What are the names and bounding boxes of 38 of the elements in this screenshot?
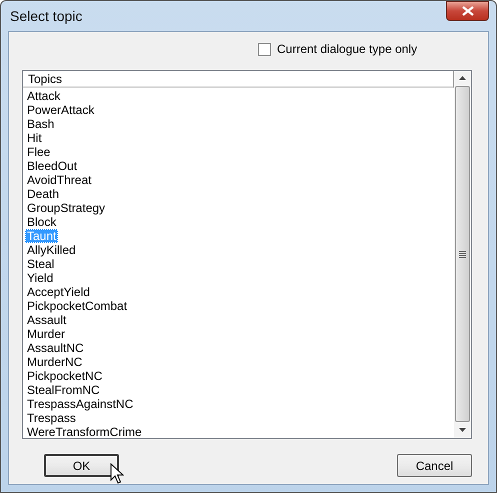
list-item[interactable]: TrespassAgainstNC <box>25 397 136 411</box>
list-item[interactable]: Attack <box>25 89 62 103</box>
checkbox-label[interactable]: Current dialogue type only <box>277 42 418 56</box>
list-item[interactable]: AcceptYield <box>25 285 92 299</box>
grip-icon <box>459 250 466 258</box>
list-item[interactable]: PickpocketNC <box>25 369 104 383</box>
list-item[interactable]: Bash <box>25 117 56 131</box>
list-item[interactable]: Steal <box>25 257 56 271</box>
ok-button[interactable]: OK <box>44 454 119 477</box>
list-item[interactable]: PickpocketCombat <box>25 299 130 313</box>
list-item[interactable]: StealFromNC <box>25 383 102 397</box>
list-item[interactable]: Trespass <box>25 411 78 425</box>
list-item[interactable]: GroupStrategy <box>25 201 108 215</box>
list-item[interactable]: Assault <box>25 313 68 327</box>
scroll-thumb[interactable] <box>455 86 470 422</box>
list-item[interactable]: Hit <box>25 131 44 145</box>
list-item[interactable]: Murder <box>25 327 68 341</box>
list-item[interactable]: AssaultNC <box>25 341 86 355</box>
list-item[interactable]: PowerAttack <box>25 103 96 117</box>
mouse-pointer-icon <box>110 463 124 485</box>
scroll-down-icon[interactable] <box>459 428 466 432</box>
window-title: Select topic <box>10 8 82 24</box>
list-item[interactable]: BleedOut <box>25 159 80 173</box>
list-item[interactable]: Yield <box>25 271 56 285</box>
scroll-up-icon[interactable] <box>459 76 466 80</box>
cancel-button[interactable]: Cancel <box>397 454 472 477</box>
list-item[interactable]: AllyKilled <box>25 243 78 257</box>
column-header[interactable]: Topics <box>23 71 454 88</box>
close-button[interactable] <box>446 1 489 21</box>
list-item[interactable]: AvoidThreat <box>25 173 94 187</box>
list-item[interactable]: WereTransformCrime <box>25 425 144 438</box>
list-item[interactable]: Death <box>25 187 62 201</box>
scrollbar[interactable] <box>454 71 471 438</box>
checkbox[interactable] <box>258 42 271 56</box>
list-item[interactable]: MurderNC <box>25 355 84 369</box>
list-item[interactable]: Flee <box>25 145 52 159</box>
close-icon <box>462 6 474 16</box>
list-item[interactable]: Block <box>25 215 58 229</box>
